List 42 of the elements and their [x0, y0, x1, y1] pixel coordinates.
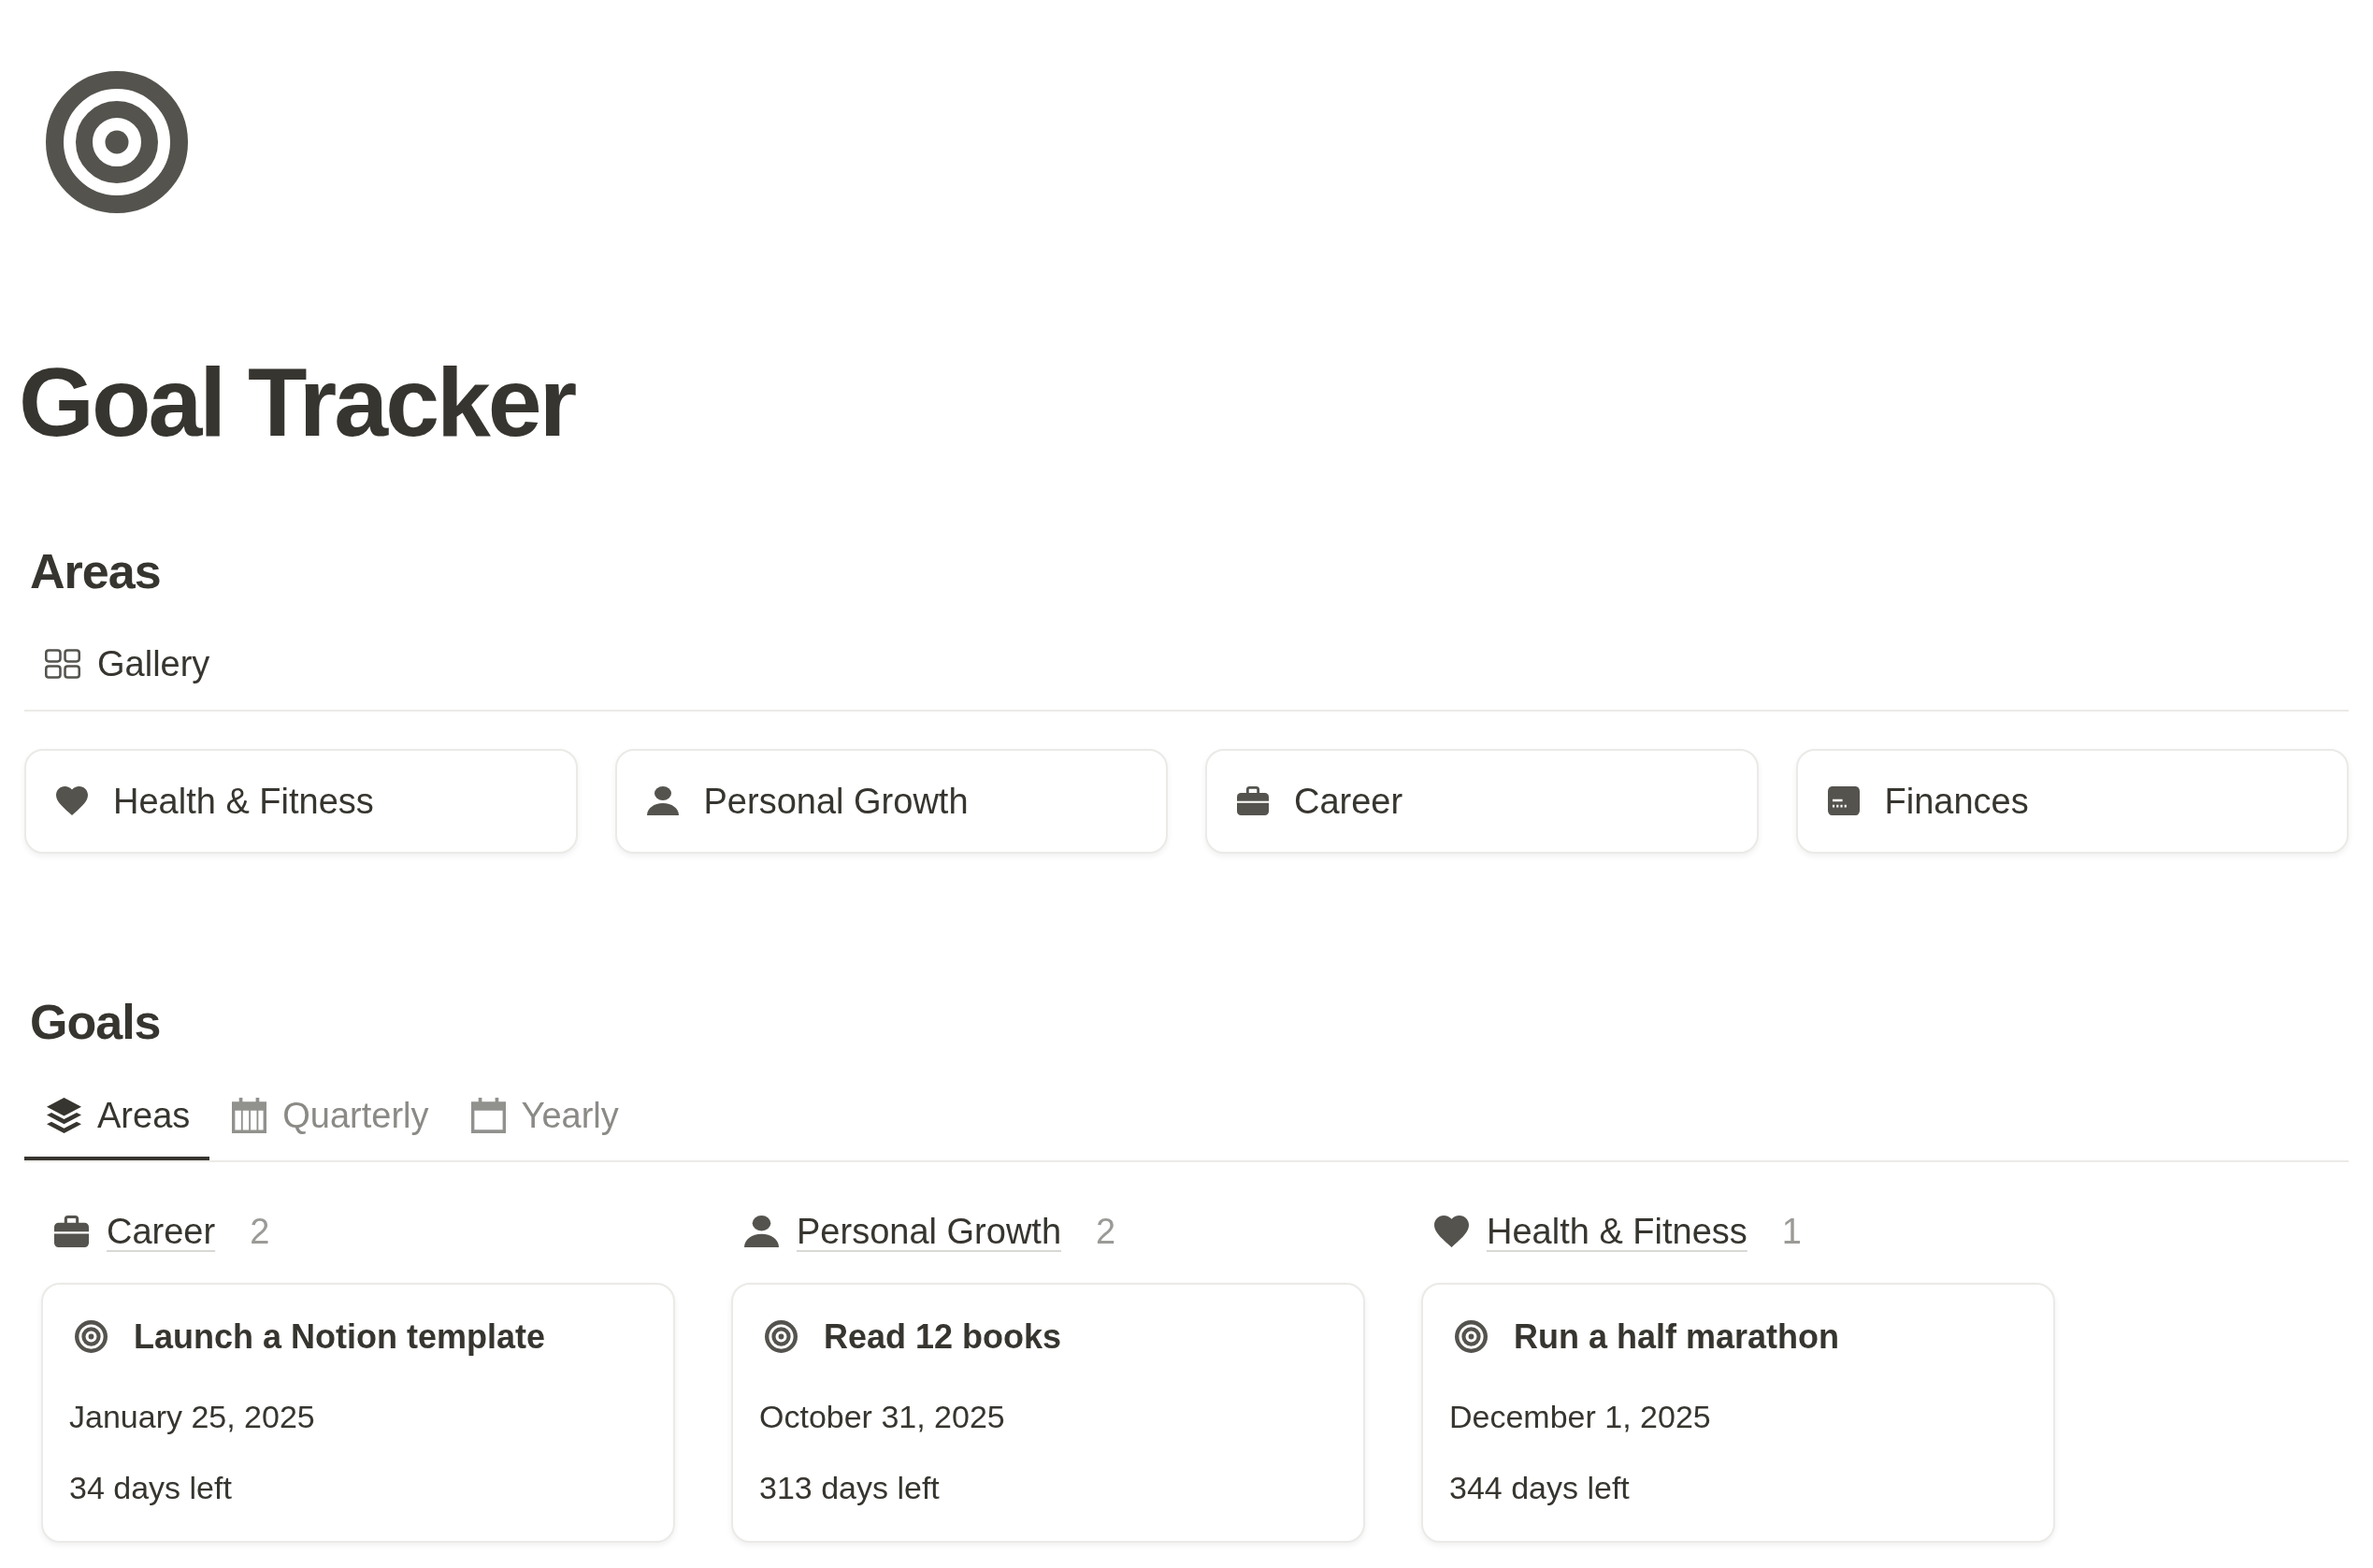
gallery-grid-icon [45, 649, 80, 679]
heart-icon [56, 786, 88, 815]
item-count: 1 [1781, 1210, 1802, 1253]
goal-card[interactable]: Run a half marathon December 1, 2025 344 days left [1421, 1283, 2055, 1543]
view-tab[interactable]: Gallery [45, 642, 210, 685]
area-card[interactable]: Health & Fitness [24, 748, 578, 854]
due-date: October 31, 2025 [759, 1397, 1005, 1436]
briefcase-icon [54, 1215, 89, 1247]
credit-card-icon [1827, 786, 1860, 815]
section-heading: Areas [30, 542, 161, 600]
person-icon [646, 786, 679, 815]
section-heading: Goals [30, 993, 161, 1051]
view-tab[interactable]: Areas [24, 1088, 210, 1160]
days-left: 34 days left [69, 1469, 232, 1508]
goal-title: Run a half marathon [1514, 1316, 1840, 1357]
target-icon [1455, 1319, 1488, 1353]
days-left: 344 days left [1449, 1469, 1630, 1508]
group-link[interactable]: Career [107, 1209, 216, 1253]
goal-card[interactable]: Launch a Notion template January 25, 2025 34 days left [41, 1283, 675, 1543]
area-card[interactable]: Finances [1795, 748, 2349, 854]
item-count: 2 [1096, 1210, 1116, 1253]
area-card[interactable]: Career [1205, 748, 1759, 854]
group-link[interactable]: Health & Fitness [1487, 1209, 1747, 1253]
due-date: January 25, 2025 [69, 1397, 315, 1436]
target-icon [46, 71, 188, 213]
calendar-icon [470, 1098, 506, 1133]
item-count: 2 [250, 1210, 270, 1253]
group-link[interactable]: Personal Growth [797, 1209, 1061, 1253]
person-icon [744, 1215, 779, 1247]
goal-title: Read 12 books [824, 1316, 1062, 1357]
calendar-icon [232, 1098, 267, 1133]
area-card[interactable]: Personal Growth [614, 748, 1168, 854]
layers-icon [47, 1098, 81, 1133]
target-icon [765, 1319, 798, 1353]
page-title: Goal Tracker [19, 347, 575, 458]
days-left: 313 days left [759, 1469, 940, 1508]
heart-icon [1434, 1215, 1469, 1247]
target-icon [75, 1319, 108, 1353]
due-date: December 1, 2025 [1449, 1397, 1711, 1436]
briefcase-icon [1237, 786, 1269, 815]
goal-card[interactable]: Read 12 books October 31, 2025 313 days left [731, 1283, 1365, 1543]
goal-title: Launch a Notion template [134, 1316, 546, 1357]
